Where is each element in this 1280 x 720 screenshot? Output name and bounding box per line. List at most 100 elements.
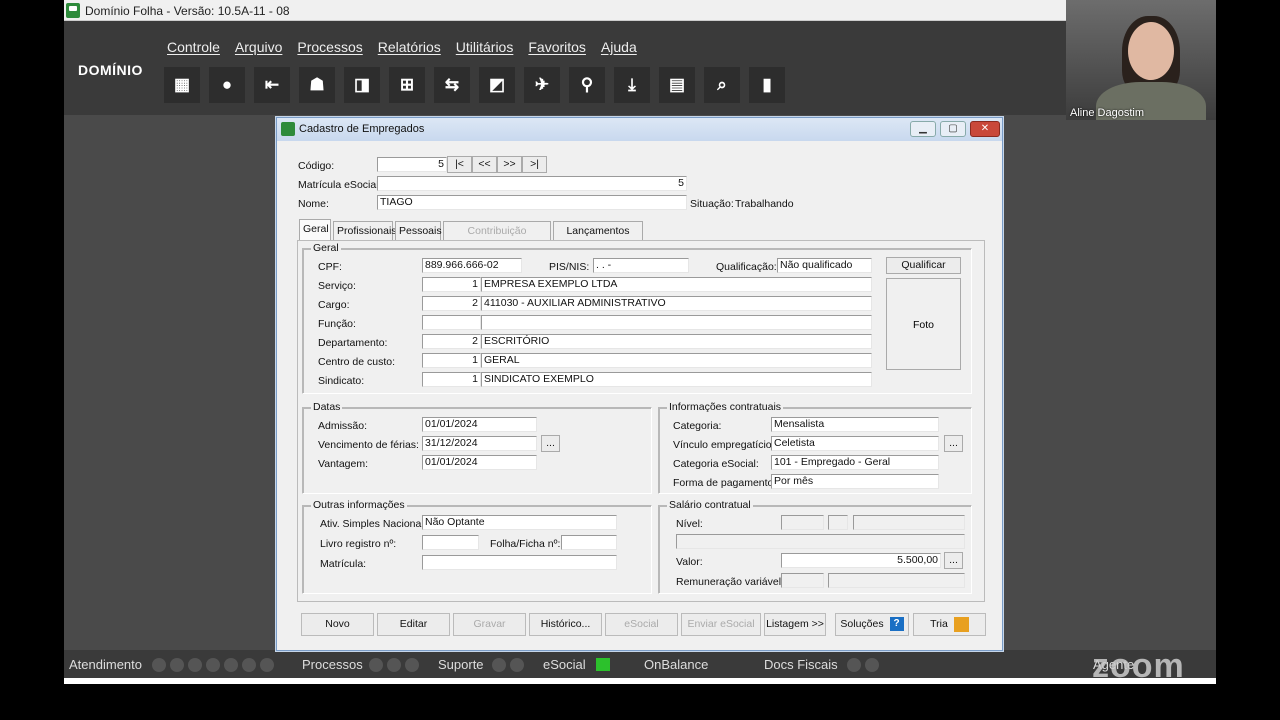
users-icon[interactable]: ☗ (299, 67, 335, 103)
menu-relatorios[interactable]: Relatórios (378, 39, 441, 55)
suporte-icons (492, 658, 524, 672)
search-icon[interactable]: ⚲ (569, 67, 605, 103)
sindicato-field[interactable]: SINDICATO EXEMPLO (481, 372, 872, 387)
notebook-icon[interactable]: ▮ (749, 67, 785, 103)
pis-field[interactable]: . . - (593, 258, 689, 273)
listagem-button[interactable]: Listagem >> (764, 613, 826, 636)
status-atendimento[interactable]: Atendimento (69, 657, 142, 672)
nivel-label: Nível: (676, 518, 703, 530)
download-icon[interactable]: ⤓ (614, 67, 650, 103)
remuneracao-field-2[interactable] (828, 573, 965, 588)
status-processos[interactable]: Processos (302, 657, 363, 672)
matricula-esocial-field[interactable]: 5 (377, 176, 687, 191)
codigo-field[interactable]: 5 (377, 157, 447, 172)
funcao-field[interactable] (481, 315, 872, 330)
cargo-field[interactable]: 411030 - AUXILIAR ADMINISTRATIVO (481, 296, 872, 311)
menu-ajuda[interactable]: Ajuda (601, 39, 637, 55)
matricula-field[interactable] (422, 555, 617, 570)
esocial-button[interactable]: eSocial (605, 613, 678, 636)
import-icon[interactable]: ⇤ (254, 67, 290, 103)
solucoes-button[interactable]: Soluções? (835, 613, 909, 636)
gravar-button[interactable]: Gravar (453, 613, 526, 636)
novo-button[interactable]: Novo (301, 613, 374, 636)
tab-pessoais[interactable]: Pessoais (395, 221, 442, 240)
ferias-ellipsis-button[interactable]: ... (541, 435, 560, 452)
ferias-field[interactable]: 31/12/2024 (422, 436, 537, 451)
photo-box[interactable]: Foto (886, 278, 961, 370)
servico-field[interactable]: EMPRESA EXEMPLO LTDA (481, 277, 872, 292)
tria-label: Tria (930, 618, 948, 630)
departamento-code[interactable]: 2 (422, 334, 481, 349)
vinculo-ellipsis-button[interactable]: ... (944, 435, 963, 452)
document-icon[interactable]: ◨ (344, 67, 380, 103)
servico-label: Serviço: (318, 280, 356, 292)
centro-custo-field[interactable]: GERAL (481, 353, 872, 368)
forma-pagamento-field[interactable]: Por mês (771, 474, 939, 489)
admissao-field[interactable]: 01/01/2024 (422, 417, 537, 432)
livro-registro-field[interactable] (422, 535, 479, 550)
maximize-button[interactable]: ▢ (940, 121, 966, 137)
historico-button[interactable]: Histórico... (529, 613, 602, 636)
menu-arquivo[interactable]: Arquivo (235, 39, 282, 55)
app-icon (66, 3, 80, 18)
simples-nacional-field[interactable]: Não Optante (422, 515, 617, 530)
sindicato-code[interactable]: 1 (422, 372, 481, 387)
tab-geral[interactable]: Geral (299, 219, 331, 240)
categoria-label: Categoria: (673, 420, 722, 432)
nivel-field-2[interactable] (828, 515, 848, 530)
status-onbalance[interactable]: OnBalance (644, 657, 708, 672)
categoria-esocial-field[interactable]: 101 - Empregado - Geral (771, 455, 939, 470)
chart-search-icon[interactable]: ⌕ (704, 67, 740, 103)
vantagem-field[interactable]: 01/01/2024 (422, 455, 537, 470)
menu-controle[interactable]: Controle (167, 39, 220, 55)
nome-field[interactable]: TIAGO (377, 195, 687, 210)
qualificacao-field[interactable]: Não qualificado (777, 258, 872, 273)
nav-first-button[interactable]: |< (447, 156, 472, 173)
departamento-field[interactable]: ESCRITÓRIO (481, 334, 872, 349)
remuneracao-field-1[interactable] (781, 573, 824, 588)
close-button[interactable]: ✕ (970, 121, 1000, 137)
menu-utilitarios[interactable]: Utilitários (456, 39, 514, 55)
centro-custo-code[interactable]: 1 (422, 353, 481, 368)
valor-ellipsis-button[interactable]: ... (944, 552, 963, 569)
tab-contribuicao-individual[interactable]: Contribuição Individual (443, 221, 551, 255)
user-icon[interactable]: ● (209, 67, 245, 103)
nav-last-button[interactable]: >| (522, 156, 547, 173)
transfer-icon[interactable]: ⇆ (434, 67, 470, 103)
cpf-label: CPF: (318, 261, 342, 273)
folha-ficha-label: Folha/Ficha nº: (490, 538, 561, 550)
dialog-titlebar: Cadastro de Empregados ▁ ▢ ✕ (277, 118, 1002, 141)
status-docs-fiscais[interactable]: Docs Fiscais (764, 657, 838, 672)
window-titlebar: Domínio Folha - Versão: 10.5A-11 - 08 (64, 0, 1066, 21)
airplane-icon[interactable]: ✈ (524, 67, 560, 103)
cargo-code[interactable]: 2 (422, 296, 481, 311)
funcao-code[interactable] (422, 315, 481, 330)
building-icon[interactable]: ▦ (164, 67, 200, 103)
folha-ficha-field[interactable] (561, 535, 617, 550)
funcao-label: Função: (318, 318, 356, 330)
nivel-field-3[interactable] (853, 515, 965, 530)
tab-profissionais[interactable]: Profissionais (333, 221, 397, 240)
nav-next-button[interactable]: >> (497, 156, 522, 173)
servico-code[interactable]: 1 (422, 277, 481, 292)
calculator-icon[interactable]: ▤ (659, 67, 695, 103)
tria-button[interactable]: Tria (913, 613, 986, 636)
categoria-field[interactable]: Mensalista (771, 417, 939, 432)
nav-prev-button[interactable]: << (472, 156, 497, 173)
valor-field[interactable]: 5.500,00 (781, 553, 941, 568)
nivel-field-1[interactable] (781, 515, 824, 530)
tab-lancamentos-fixos[interactable]: Lançamentos Fixos (553, 221, 643, 255)
matricula-label: Matrícula: (320, 558, 367, 570)
menu-favoritos[interactable]: Favoritos (528, 39, 586, 55)
enviar-esocial-button[interactable]: Enviar eSocial (681, 613, 761, 636)
menu-processos[interactable]: Processos (297, 39, 362, 55)
cpf-field[interactable]: 889.966.666-02 (422, 258, 522, 273)
qualificar-button[interactable]: Qualificar (886, 257, 961, 274)
vinculo-field[interactable]: Celetista (771, 436, 939, 451)
editar-button[interactable]: Editar (377, 613, 450, 636)
minimize-button[interactable]: ▁ (910, 121, 936, 137)
status-esocial[interactable]: eSocial (543, 657, 586, 672)
status-suporte[interactable]: Suporte (438, 657, 484, 672)
file-export-icon[interactable]: ◩ (479, 67, 515, 103)
calculator-grid-icon[interactable]: ⊞ (389, 67, 425, 103)
